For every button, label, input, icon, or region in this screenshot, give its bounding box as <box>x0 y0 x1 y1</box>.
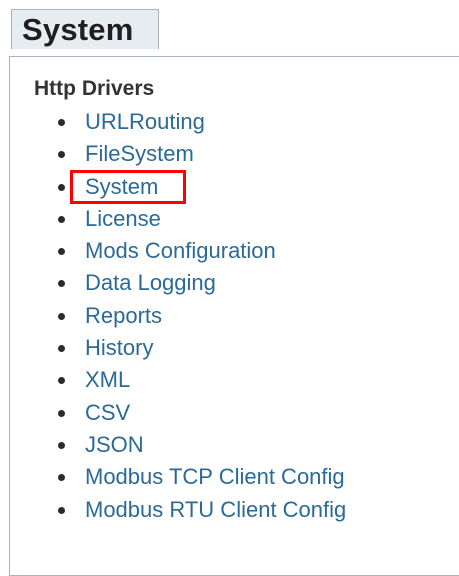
list-item-filesystem: FileSystem <box>55 138 346 170</box>
link-json[interactable]: JSON <box>85 432 144 457</box>
link-modbus-tcp-client-config[interactable]: Modbus TCP Client Config <box>85 464 345 489</box>
list-item-mods-configuration: Mods Configuration <box>55 235 346 267</box>
bullet-icon <box>58 312 65 320</box>
list-item-modbus-rtu-client-config: Modbus RTU Client Config <box>55 494 346 526</box>
list-item-system: System <box>55 171 346 203</box>
list-item-license: License <box>55 203 346 235</box>
tab-title: System <box>22 12 134 47</box>
link-urlrouting[interactable]: URLRouting <box>85 109 205 134</box>
bullet-icon <box>58 441 65 449</box>
bullet-icon <box>58 151 65 159</box>
link-data-logging[interactable]: Data Logging <box>85 270 216 295</box>
bullet-icon <box>58 377 65 385</box>
list-item-history: History <box>55 332 346 364</box>
list-item-modbus-tcp-client-config: Modbus TCP Client Config <box>55 461 346 493</box>
link-system[interactable]: System <box>85 174 158 199</box>
bullet-icon <box>58 506 65 514</box>
link-license[interactable]: License <box>85 206 161 231</box>
list-item-reports: Reports <box>55 300 346 332</box>
system-tab[interactable]: System <box>11 9 159 49</box>
bullet-icon <box>58 345 65 353</box>
bullet-icon <box>58 183 65 191</box>
link-modbus-rtu-client-config[interactable]: Modbus RTU Client Config <box>85 497 346 522</box>
link-filesystem[interactable]: FileSystem <box>85 141 194 166</box>
http-drivers-list: URLRouting FileSystem System License Mod… <box>55 106 346 526</box>
link-xml[interactable]: XML <box>85 367 130 392</box>
link-mods-configuration[interactable]: Mods Configuration <box>85 238 276 263</box>
list-item-csv: CSV <box>55 397 346 429</box>
bullet-icon <box>58 119 65 126</box>
link-reports[interactable]: Reports <box>85 303 162 328</box>
bullet-icon <box>58 409 65 417</box>
link-csv[interactable]: CSV <box>85 400 130 425</box>
list-item-urlrouting: URLRouting <box>55 106 346 138</box>
bullet-icon <box>58 215 65 223</box>
list-item-xml: XML <box>55 364 346 396</box>
bullet-icon <box>58 280 65 288</box>
section-heading: Http Drivers <box>34 77 155 100</box>
bullet-icon <box>58 474 65 482</box>
list-item-data-logging: Data Logging <box>55 267 346 299</box>
bullet-icon <box>58 248 65 256</box>
list-item-json: JSON <box>55 429 346 461</box>
link-history[interactable]: History <box>85 335 153 360</box>
